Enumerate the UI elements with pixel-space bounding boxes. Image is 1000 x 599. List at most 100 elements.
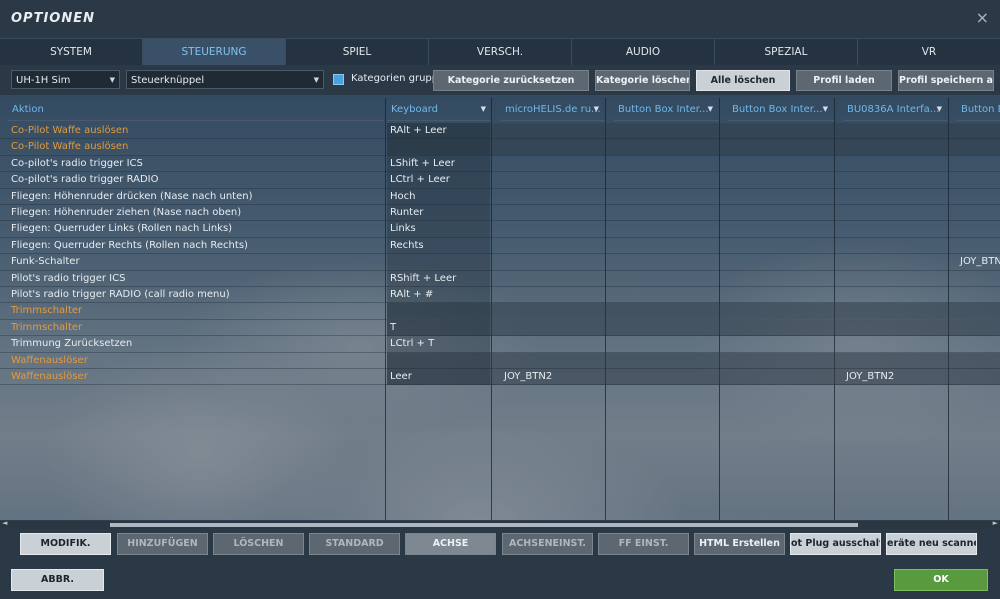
binding-cell[interactable] — [720, 221, 833, 237]
binding-cell[interactable] — [843, 238, 946, 254]
table-row[interactable]: Fliegen: Höhenruder ziehen (Nase nach ob… — [0, 205, 1000, 222]
binding-cell[interactable] — [606, 254, 719, 270]
binding-cell[interactable] — [606, 139, 719, 155]
tab-spezial[interactable]: SPEZIAL — [715, 39, 858, 65]
binding-cell[interactable] — [843, 123, 946, 139]
category-row[interactable]: Trimmschalter T — [0, 319, 1000, 337]
column-header-device-4[interactable]: BU0836A Interfa... ▼ — [843, 98, 948, 121]
binding-cell[interactable] — [720, 369, 833, 385]
binding-cell[interactable]: JOY_BTN3 — [957, 254, 1000, 270]
binding-cell[interactable] — [720, 254, 833, 270]
action-cell[interactable]: Fliegen: Höhenruder drücken (Nase nach u… — [8, 189, 384, 205]
category-row[interactable]: Trimmschalter — [0, 303, 1000, 320]
table-row[interactable]: Pilot's radio trigger ICS RShift + Leer — [0, 270, 1000, 287]
binding-cell[interactable] — [720, 205, 833, 221]
binding-cell[interactable] — [720, 303, 833, 319]
binding-cell[interactable] — [387, 303, 490, 320]
action-cell[interactable]: Trimmschalter — [8, 320, 384, 336]
binding-cell[interactable] — [957, 369, 1000, 385]
binding-cell[interactable] — [501, 303, 604, 319]
action-cell[interactable]: Pilot's radio trigger ICS — [8, 271, 384, 287]
delete-all-button[interactable]: Alle löschen — [696, 70, 790, 91]
binding-cell[interactable]: RAlt + Leer — [387, 123, 490, 140]
category-row[interactable]: Co-Pilot Waffe auslösen RAlt + Leer — [0, 123, 1000, 140]
reset-category-button[interactable]: Kategorie zurücksetzen — [433, 70, 589, 91]
scrollbar-thumb[interactable] — [110, 523, 858, 527]
action-cell[interactable]: Waffenauslöser — [8, 353, 384, 369]
category-row[interactable]: Waffenauslöser — [0, 352, 1000, 369]
binding-cell[interactable] — [957, 336, 1000, 352]
load-profile-button[interactable]: Profil laden — [796, 70, 892, 91]
binding-cell[interactable] — [957, 156, 1000, 172]
binding-cell[interactable] — [606, 156, 719, 172]
binding-cell[interactable] — [720, 238, 833, 254]
binding-cell[interactable] — [501, 336, 604, 352]
ff-settings-button[interactable]: FF EINST. — [598, 533, 689, 555]
binding-cell[interactable] — [720, 156, 833, 172]
binding-cell[interactable]: Rechts — [387, 237, 490, 255]
binding-cell[interactable] — [606, 353, 719, 369]
delete-category-button[interactable]: Kategorie löschen — [595, 70, 690, 91]
binding-cell[interactable] — [957, 205, 1000, 221]
binding-cell[interactable] — [720, 172, 833, 188]
tab-versch[interactable]: VERSCH. — [429, 39, 572, 65]
binding-cell[interactable]: T — [387, 319, 490, 337]
binding-cell[interactable] — [501, 221, 604, 237]
hotplug-toggle-button[interactable]: ot Plug ausschalte — [790, 533, 881, 555]
binding-cell[interactable] — [957, 303, 1000, 319]
tab-vr[interactable]: VR — [858, 39, 1000, 65]
scroll-left-icon[interactable]: ◄ — [2, 519, 7, 527]
action-cell[interactable]: Co-Pilot Waffe auslösen — [8, 123, 384, 139]
binding-cell[interactable] — [720, 287, 833, 303]
modifiers-button[interactable]: MODIFIK. — [20, 533, 111, 555]
binding-cell[interactable] — [501, 320, 604, 336]
binding-cell[interactable] — [606, 303, 719, 319]
binding-cell[interactable] — [843, 172, 946, 188]
binding-cell[interactable] — [606, 336, 719, 352]
binding-cell[interactable] — [720, 353, 833, 369]
binding-cell[interactable] — [606, 189, 719, 205]
binding-cell[interactable] — [501, 238, 604, 254]
action-cell[interactable]: Co-Pilot Waffe auslösen — [8, 139, 384, 155]
action-cell[interactable]: Co-pilot's radio trigger RADIO — [8, 172, 384, 188]
binding-cell[interactable] — [843, 271, 946, 287]
scroll-right-icon[interactable]: ► — [993, 519, 998, 527]
tab-steuerung[interactable]: STEUERUNG — [143, 39, 286, 65]
binding-cell[interactable] — [606, 205, 719, 221]
column-header-device-2[interactable]: Button Box Inter... ▼ — [614, 98, 719, 121]
binding-cell[interactable] — [501, 123, 604, 139]
binding-cell[interactable] — [957, 287, 1000, 303]
column-header-action[interactable]: Aktion — [8, 98, 384, 121]
table-row[interactable]: Pilot's radio trigger RADIO (call radio … — [0, 287, 1000, 304]
table-row[interactable]: Fliegen: Höhenruder drücken (Nase nach u… — [0, 188, 1000, 205]
binding-cell[interactable] — [843, 156, 946, 172]
binding-cell[interactable] — [501, 205, 604, 221]
binding-cell[interactable]: Links — [387, 221, 490, 238]
binding-cell[interactable] — [501, 172, 604, 188]
rescan-devices-button[interactable]: eräte neu scanne — [886, 533, 977, 555]
category-select[interactable]: Steuerknüppel ▼ — [126, 70, 324, 89]
binding-cell[interactable] — [957, 353, 1000, 369]
tab-spiel[interactable]: SPIEL — [286, 39, 429, 65]
binding-cell[interactable] — [387, 139, 490, 156]
binding-cell[interactable]: LCtrl + T — [387, 336, 490, 353]
binding-cell[interactable] — [957, 320, 1000, 336]
action-cell[interactable]: Trimmung Zurücksetzen — [8, 336, 384, 352]
save-profile-button[interactable]: Profil speichern als — [898, 70, 994, 91]
category-row[interactable]: Waffenauslöser Leer JOY_BTN2 JOY_BTN2 — [0, 369, 1000, 386]
column-header-device-1[interactable]: microHELIS.de ru... ▼ — [501, 98, 605, 121]
column-header-device-3[interactable]: Button Box Inter... ▼ — [728, 98, 834, 121]
binding-cell[interactable] — [843, 139, 946, 155]
binding-cell[interactable] — [720, 271, 833, 287]
binding-cell[interactable] — [843, 353, 946, 369]
delete-button[interactable]: LÖSCHEN — [213, 533, 304, 555]
action-cell[interactable]: Trimmschalter — [8, 303, 384, 319]
binding-cell[interactable] — [606, 271, 719, 287]
binding-cell[interactable] — [957, 189, 1000, 205]
binding-cell[interactable] — [957, 172, 1000, 188]
binding-cell[interactable] — [387, 352, 490, 369]
action-cell[interactable]: Fliegen: Querruder Rechts (Rollen nach R… — [8, 238, 384, 254]
binding-cell[interactable] — [387, 254, 490, 271]
binding-cell[interactable] — [720, 336, 833, 352]
binding-cell[interactable] — [843, 205, 946, 221]
